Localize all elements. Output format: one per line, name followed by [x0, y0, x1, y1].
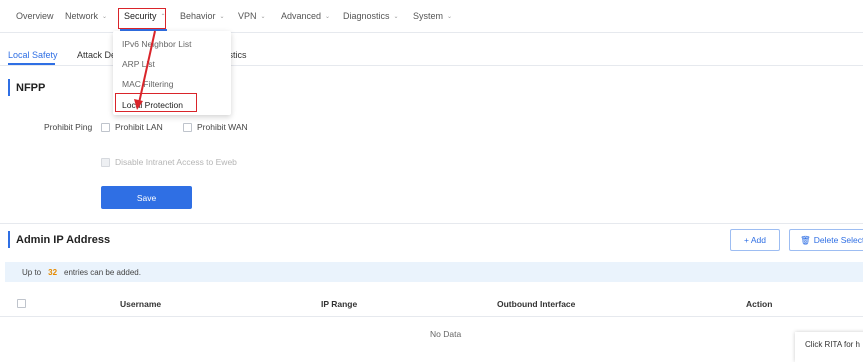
annotation-arrow-icon — [134, 30, 156, 110]
